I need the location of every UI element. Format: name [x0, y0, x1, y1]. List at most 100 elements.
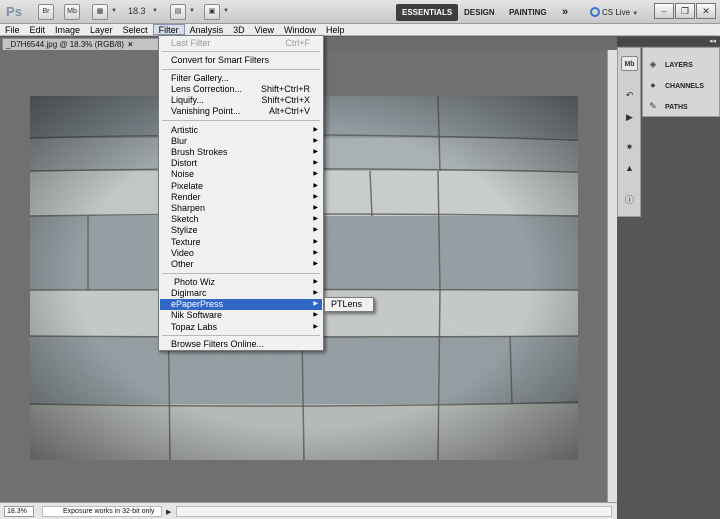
menu-3d[interactable]: 3D — [228, 24, 250, 35]
topaz-labs-label: Topaz Labs — [171, 322, 218, 332]
menu-select[interactable]: Select — [118, 24, 153, 35]
minimize-button[interactable]: – — [654, 3, 674, 19]
horizontal-scrollbar[interactable] — [176, 506, 612, 517]
menu-item-texture[interactable]: Texture ▶ — [160, 237, 322, 248]
screen-mode-button[interactable]: ▣ — [204, 4, 220, 20]
menu-analysis[interactable]: Analysis — [185, 24, 229, 35]
menu-item-filter-gallery[interactable]: Filter Gallery... — [160, 73, 322, 84]
submenu-arrow-icon: ▶ — [313, 160, 318, 166]
menu-file[interactable]: File — [0, 24, 25, 35]
restore-button[interactable]: ❐ — [675, 3, 695, 19]
document-tab[interactable]: _D7H6544.jpg @ 18.3% (RGB/8) × — [2, 38, 162, 50]
cs-live-label: CS Live — [602, 8, 631, 17]
photoshop-logo: Ps — [6, 4, 22, 19]
menu-item-stylize[interactable]: Stylize ▶ — [160, 225, 322, 236]
menu-item-nik-software[interactable]: Nik Software ▶ — [160, 310, 322, 321]
mini-bridge-panel-icon[interactable]: Mb — [621, 56, 638, 71]
paths-panel-tab[interactable]: ✎ PATHS — [647, 99, 687, 113]
menu-item-ptlens[interactable]: PTLens — [325, 298, 373, 311]
histogram-icon[interactable]: ▲ — [621, 161, 638, 176]
menu-item-last-filter[interactable]: Last Filter Ctrl+F — [160, 38, 322, 49]
submenu-arrow-icon: ▶ — [313, 194, 318, 200]
bridge-button[interactable]: Br — [38, 4, 54, 20]
status-menu-arrow-icon[interactable]: ▶ — [166, 508, 171, 516]
vertical-scrollbar[interactable] — [607, 50, 617, 502]
liquify-label: Liquify... — [171, 95, 204, 105]
layers-panel-tab[interactable]: ◈ LAYERS — [647, 57, 693, 71]
menu-item-vanishing-point[interactable]: Vanishing Point... Alt+Ctrl+V — [160, 106, 322, 117]
menu-layer[interactable]: Layer — [85, 24, 118, 35]
menu-window[interactable]: Window — [279, 24, 321, 35]
menu-item-lens-correction[interactable]: Lens Correction... Shift+Ctrl+R — [160, 84, 322, 95]
adjustments-icon[interactable]: ✷ — [621, 140, 638, 155]
info-icon[interactable]: ⓘ — [621, 193, 638, 208]
actions-icon[interactable]: ▶ — [621, 110, 638, 125]
menu-item-pixelate[interactable]: Pixelate ▶ — [160, 181, 322, 192]
submenu-arrow-icon: ▶ — [313, 149, 318, 155]
workspace-design[interactable]: DESIGN — [458, 4, 501, 21]
menu-item-sketch[interactable]: Sketch ▶ — [160, 214, 322, 225]
noise-label: Noise — [171, 169, 195, 179]
artistic-label: Artistic — [171, 125, 198, 135]
arrange-dropdown-icon[interactable]: ▼ — [189, 8, 195, 14]
history-icon[interactable]: ↶ — [621, 88, 638, 103]
menu-separator — [162, 120, 320, 121]
menu-item-epaperpress[interactable]: ePaperPress ▶ — [160, 299, 322, 310]
sharpen-label: Sharpen — [171, 203, 206, 213]
menu-item-noise[interactable]: Noise ▶ — [160, 169, 322, 180]
panel-collapse-handle[interactable]: ◂◂ — [617, 37, 720, 46]
texture-label: Texture — [171, 237, 201, 247]
channels-panel-tab[interactable]: ● CHANNELS — [647, 78, 704, 92]
view-extras-dropdown-icon[interactable]: ▼ — [111, 8, 117, 14]
menu-item-blur[interactable]: Blur ▶ — [160, 136, 322, 147]
submenu-arrow-icon: ▶ — [313, 138, 318, 144]
close-window-button[interactable]: ✕ — [696, 3, 716, 19]
menu-edit[interactable]: Edit — [25, 24, 51, 35]
layers-panel-group: ◈ LAYERS ● CHANNELS ✎ PATHS — [642, 47, 720, 117]
blur-label: Blur — [171, 136, 188, 146]
menu-item-liquify[interactable]: Liquify... Shift+Ctrl+X — [160, 95, 322, 106]
menu-image[interactable]: Image — [50, 24, 85, 35]
screen-mode-dropdown-icon[interactable]: ▼ — [223, 8, 229, 14]
last-filter-shortcut: Ctrl+F — [285, 38, 310, 48]
zoom-dropdown-icon[interactable]: ▼ — [152, 8, 158, 14]
menu-item-distort[interactable]: Distort ▶ — [160, 158, 322, 169]
menu-item-render[interactable]: Render ▶ — [160, 192, 322, 203]
arrange-documents-button[interactable]: ▤ — [170, 4, 186, 20]
submenu-arrow-icon: ▶ — [313, 250, 318, 256]
submenu-arrow-icon: ▶ — [313, 239, 318, 245]
menu-filter[interactable]: Filter — [152, 24, 185, 35]
menu-item-video[interactable]: Video ▶ — [160, 248, 322, 259]
menu-item-convert-smart-filters[interactable]: Convert for Smart Filters — [160, 55, 322, 66]
submenu-arrow-icon: ▶ — [313, 324, 318, 330]
menu-item-artistic[interactable]: Artistic ▶ — [160, 125, 322, 136]
workspace-painting[interactable]: PAINTING — [503, 4, 553, 21]
menu-item-sharpen[interactable]: Sharpen ▶ — [160, 203, 322, 214]
submenu-arrow-icon: ▶ — [313, 312, 318, 318]
menu-item-topaz-labs[interactable]: Topaz Labs ▶ — [160, 322, 322, 333]
mini-bridge-button[interactable]: Mb — [64, 4, 80, 20]
zoom-level-readout[interactable]: 18.3 — [128, 6, 146, 16]
zoom-field[interactable]: 18.3% — [4, 506, 34, 517]
menu-view[interactable]: View — [250, 24, 279, 35]
menu-item-digimarc[interactable]: Digimarc ▶ — [160, 288, 322, 299]
menu-item-other[interactable]: Other ▶ — [160, 259, 322, 270]
cs-live-button[interactable]: CS Live ▼ — [590, 4, 638, 21]
more-workspaces-button[interactable]: » — [556, 4, 574, 21]
menu-item-brush-strokes[interactable]: Brush Strokes ▶ — [160, 147, 322, 158]
layers-icon: ◈ — [649, 59, 657, 69]
cs-live-icon — [590, 7, 600, 17]
menu-item-browse-filters-online[interactable]: Browse Filters Online... — [160, 339, 322, 350]
pixelate-label: Pixelate — [171, 181, 204, 191]
screen-mode-icon: ▣ — [208, 8, 216, 15]
view-extras-button[interactable]: ▦ — [92, 4, 108, 20]
close-tab-icon[interactable]: × — [128, 40, 133, 49]
layers-label: LAYERS — [665, 62, 693, 69]
menu-separator — [162, 51, 320, 52]
menu-item-photo-wiz[interactable]: Photo Wiz ▶ — [160, 277, 322, 288]
workspace-essentials[interactable]: ESSENTIALS — [396, 4, 459, 21]
menu-separator — [162, 273, 320, 274]
menu-help[interactable]: Help — [321, 24, 350, 35]
video-label: Video — [171, 248, 194, 258]
menu-bar: File Edit Image Layer Select Filter Anal… — [0, 24, 720, 36]
